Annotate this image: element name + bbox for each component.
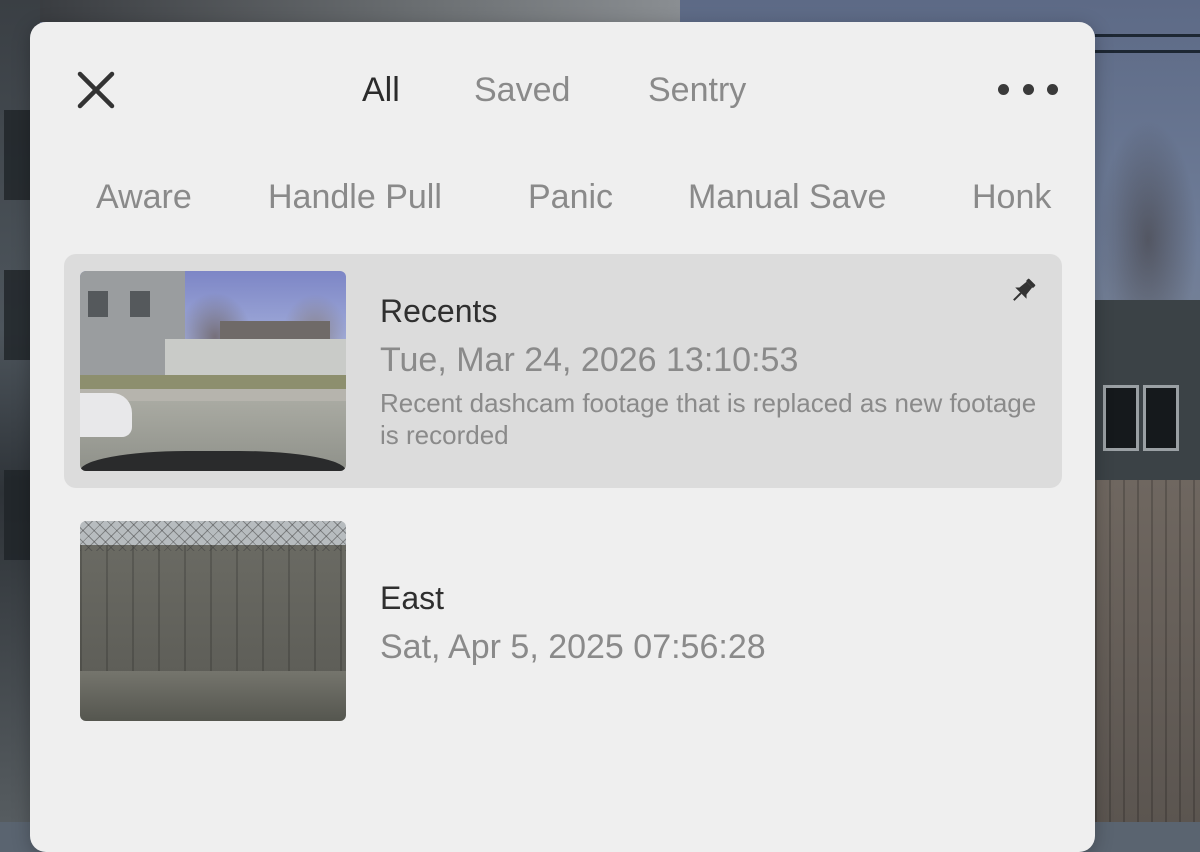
clip-thumbnail [80, 521, 346, 721]
clip-title: East [380, 580, 445, 616]
clip-item-recents[interactable]: Recents Tue, Mar 24, 2026 13:10:53 Recen… [64, 254, 1062, 488]
tab-saved[interactable]: Saved [474, 70, 570, 110]
background-tree [1098, 120, 1198, 320]
clip-description: Recent dashcam footage that is replaced … [380, 388, 1037, 450]
background-building-top [40, 0, 680, 22]
clip-date: Tue, Mar 24, 2026 13:10:53 [380, 341, 799, 379]
filter-tab-bar: Aware Handle Pull Panic Manual Save Honk [30, 177, 1095, 217]
clip-date: Sat, Apr 5, 2025 07:56:28 [380, 628, 766, 666]
filter-panic[interactable]: Panic [528, 177, 613, 217]
background-house [1095, 300, 1200, 500]
filter-honk[interactable]: Honk [972, 177, 1051, 217]
pin-icon[interactable] [1006, 274, 1040, 308]
tab-all[interactable]: All [362, 70, 400, 110]
filter-handle-pull[interactable]: Handle Pull [268, 177, 442, 217]
filter-aware[interactable]: Aware [96, 177, 192, 217]
dashcam-viewer-panel: All Saved Sentry Aware Handle Pull Panic… [30, 22, 1095, 852]
clip-thumbnail [80, 271, 346, 471]
tab-sentry[interactable]: Sentry [648, 70, 746, 110]
top-tab-bar: All Saved Sentry [30, 70, 1095, 110]
more-horizontal-icon [998, 83, 1009, 95]
clip-item-east[interactable]: East Sat, Apr 5, 2025 07:56:28 [64, 504, 1062, 738]
more-options-button[interactable] [998, 77, 1058, 101]
background-fence [1095, 480, 1200, 822]
filter-manual-save[interactable]: Manual Save [688, 177, 886, 217]
clip-title: Recents [380, 293, 498, 329]
